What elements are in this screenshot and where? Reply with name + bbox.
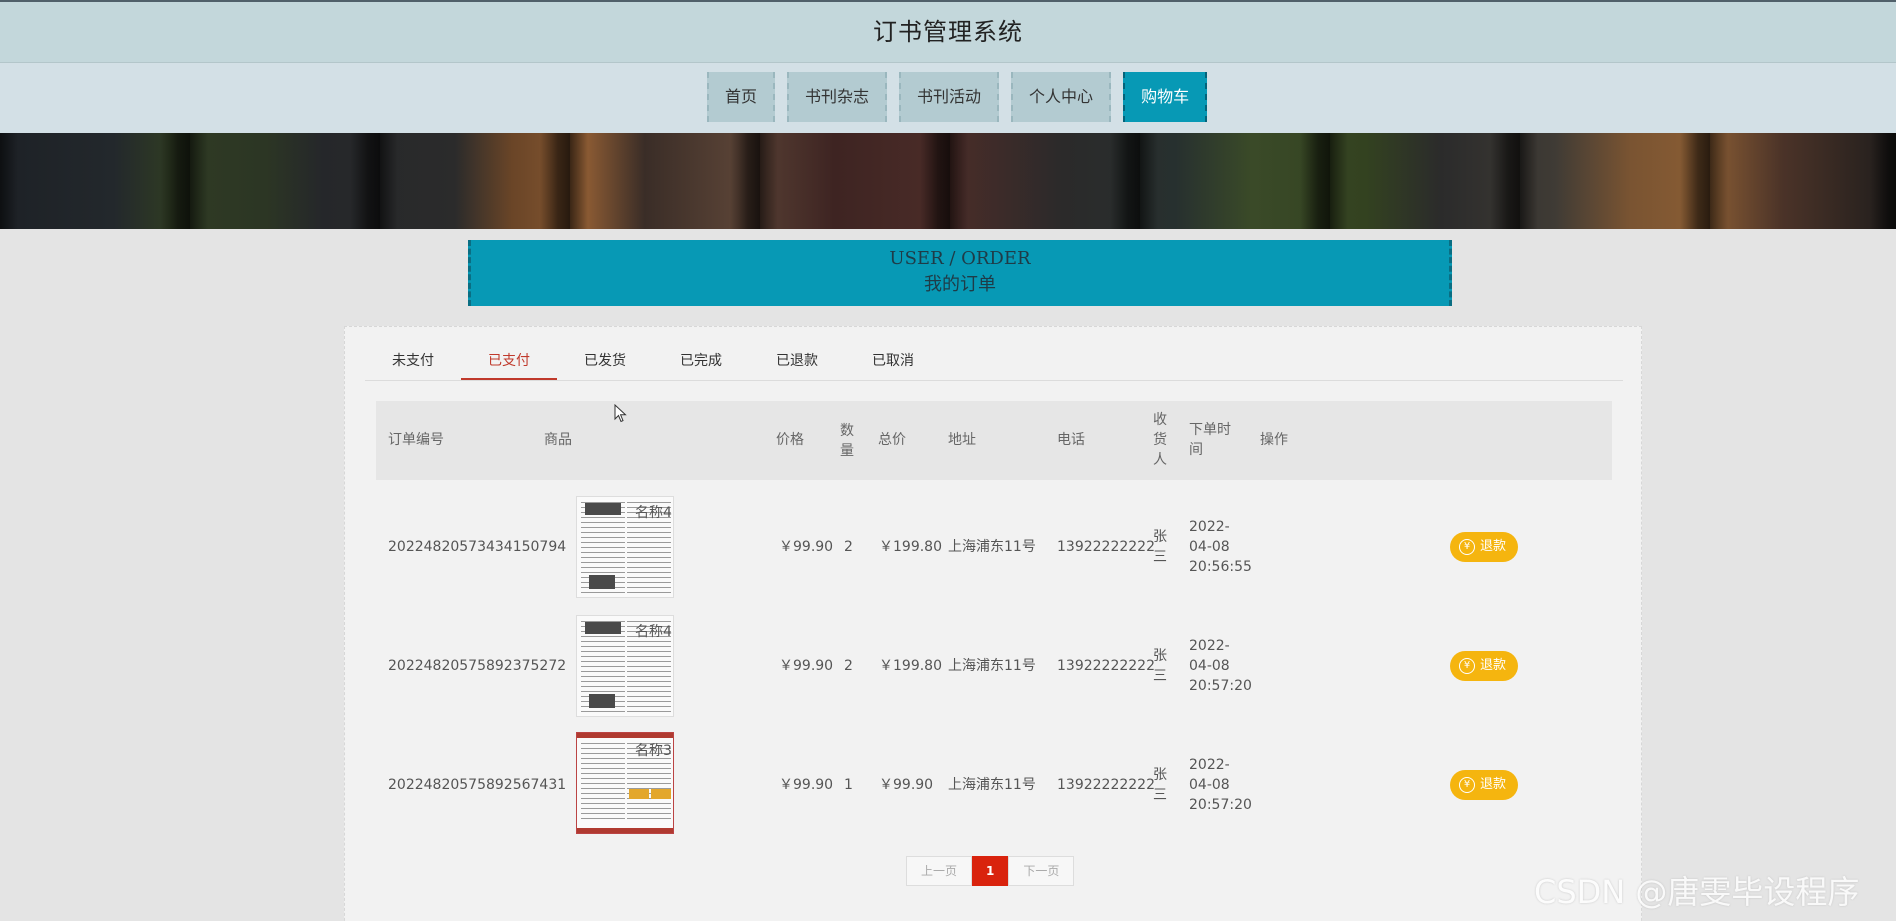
tab-unpaid[interactable]: 未支付 <box>365 341 461 380</box>
order-time: 20:57:20 <box>1189 797 1252 813</box>
product-name[interactable]: 名称4 <box>635 622 672 642</box>
col-order-no: 订单编号 <box>388 432 444 448</box>
refund-label: 退款 <box>1480 658 1507 673</box>
address: 上海浦东11号 <box>948 658 1036 674</box>
banner-image <box>0 133 1896 229</box>
tab-cancelled[interactable]: 已取消 <box>845 341 941 380</box>
phone: 13922222222 <box>1057 658 1155 674</box>
col-qty: 数量 <box>840 423 854 459</box>
quantity: 2 <box>844 539 853 555</box>
nav-item-profile[interactable]: 个人中心 <box>1011 72 1112 122</box>
order-no: 20224820575892375272 <box>388 658 567 674</box>
phone: 13922222222 <box>1057 539 1155 555</box>
product-name[interactable]: 名称4 <box>635 503 672 523</box>
tab-completed[interactable]: 已完成 <box>653 341 749 380</box>
app-title: 订书管理系统 <box>873 18 1023 46</box>
receiver: 张三 <box>1153 648 1167 684</box>
heading-en: USER / ORDER <box>889 248 1031 269</box>
col-price: 价格 <box>776 432 804 448</box>
receiver: 张三 <box>1153 767 1167 803</box>
col-order-time: 下单时间 <box>1189 422 1231 458</box>
yen-icon: ¥ <box>1459 539 1475 555</box>
tab-shipped[interactable]: 已发货 <box>557 341 653 380</box>
quantity: 2 <box>844 658 853 674</box>
col-product: 商品 <box>544 432 572 448</box>
total: ￥199.80 <box>879 658 942 674</box>
col-receiver: 收货人 <box>1153 412 1167 468</box>
price: ￥99.90 <box>779 539 834 555</box>
order-time: 20:57:20 <box>1189 678 1252 694</box>
refund-label: 退款 <box>1480 539 1507 554</box>
col-address: 地址 <box>948 432 976 448</box>
tab-paid[interactable]: 已支付 <box>461 341 557 380</box>
orders-panel: 未支付 已支付 已发货 已完成 已退款 已取消 订单编号 商品 价格 数量 总价… <box>344 326 1642 921</box>
order-time: 20:56:55 <box>1189 559 1252 575</box>
col-action: 操作 <box>1260 432 1288 448</box>
quantity: 1 <box>844 777 853 793</box>
order-date-md: 04-08 <box>1189 658 1230 674</box>
order-date: 2022- <box>1189 757 1230 773</box>
order-no: 20224820575892567431 <box>388 777 567 793</box>
total: ￥199.80 <box>879 539 942 555</box>
col-phone: 电话 <box>1057 432 1085 448</box>
refund-button[interactable]: ¥ 退款 <box>1450 651 1518 681</box>
order-date-md: 04-08 <box>1189 777 1230 793</box>
table-row: 20224820575892375272 名称4 ￥99.90 2 ￥199.8… <box>376 607 1612 725</box>
nav-item-magazines[interactable]: 书刊杂志 <box>787 72 888 122</box>
pagination: 上一页 1 下一页 <box>906 856 1075 886</box>
order-date: 2022- <box>1189 638 1230 654</box>
total: ￥99.90 <box>879 777 934 793</box>
yen-icon: ¥ <box>1459 658 1475 674</box>
heading-cn: 我的订单 <box>924 274 996 295</box>
refund-label: 退款 <box>1480 777 1507 792</box>
receiver: 张三 <box>1153 529 1167 565</box>
address: 上海浦东11号 <box>948 777 1036 793</box>
yen-icon: ¥ <box>1459 777 1475 793</box>
order-no: 20224820573434150794 <box>388 539 567 555</box>
col-total: 总价 <box>878 432 906 448</box>
section-heading: USER / ORDER 我的订单 <box>468 240 1452 306</box>
main-nav: 首页 书刊杂志 书刊活动 个人中心 购物车 <box>0 63 1896 133</box>
price: ￥99.90 <box>779 777 834 793</box>
tab-refunded[interactable]: 已退款 <box>749 341 845 380</box>
table-row: 20224820575892567431 名称3 ￥99.90 1 ￥99.90… <box>376 726 1612 844</box>
table-row: 20224820573434150794 名称4 ￥99.90 2 ￥199.8… <box>376 488 1612 606</box>
watermark: CSDN @唐雯毕设程序 <box>1534 873 1860 911</box>
nav-item-activities[interactable]: 书刊活动 <box>899 72 1000 122</box>
refund-button[interactable]: ¥ 退款 <box>1450 770 1518 800</box>
order-date: 2022- <box>1189 519 1230 535</box>
next-page-button[interactable]: 下一页 <box>1008 856 1075 886</box>
table-header: 订单编号 商品 价格 数量 总价 地址 电话 收货人 下单时间 操作 <box>376 401 1612 480</box>
nav-item-cart[interactable]: 购物车 <box>1123 72 1208 122</box>
order-date-md: 04-08 <box>1189 539 1230 555</box>
nav-item-home[interactable]: 首页 <box>707 72 776 122</box>
nav-list: 首页 书刊杂志 书刊活动 个人中心 购物车 <box>707 72 1208 122</box>
price: ￥99.90 <box>779 658 834 674</box>
refund-button[interactable]: ¥ 退款 <box>1450 532 1518 562</box>
product-name[interactable]: 名称3 <box>635 741 672 761</box>
address: 上海浦东11号 <box>948 539 1036 555</box>
phone: 13922222222 <box>1057 777 1155 793</box>
prev-page-button[interactable]: 上一页 <box>906 856 973 886</box>
page-1-button[interactable]: 1 <box>972 856 1009 886</box>
top-header: 订书管理系统 <box>0 0 1896 63</box>
order-status-tabs: 未支付 已支付 已发货 已完成 已退款 已取消 <box>365 341 1623 381</box>
